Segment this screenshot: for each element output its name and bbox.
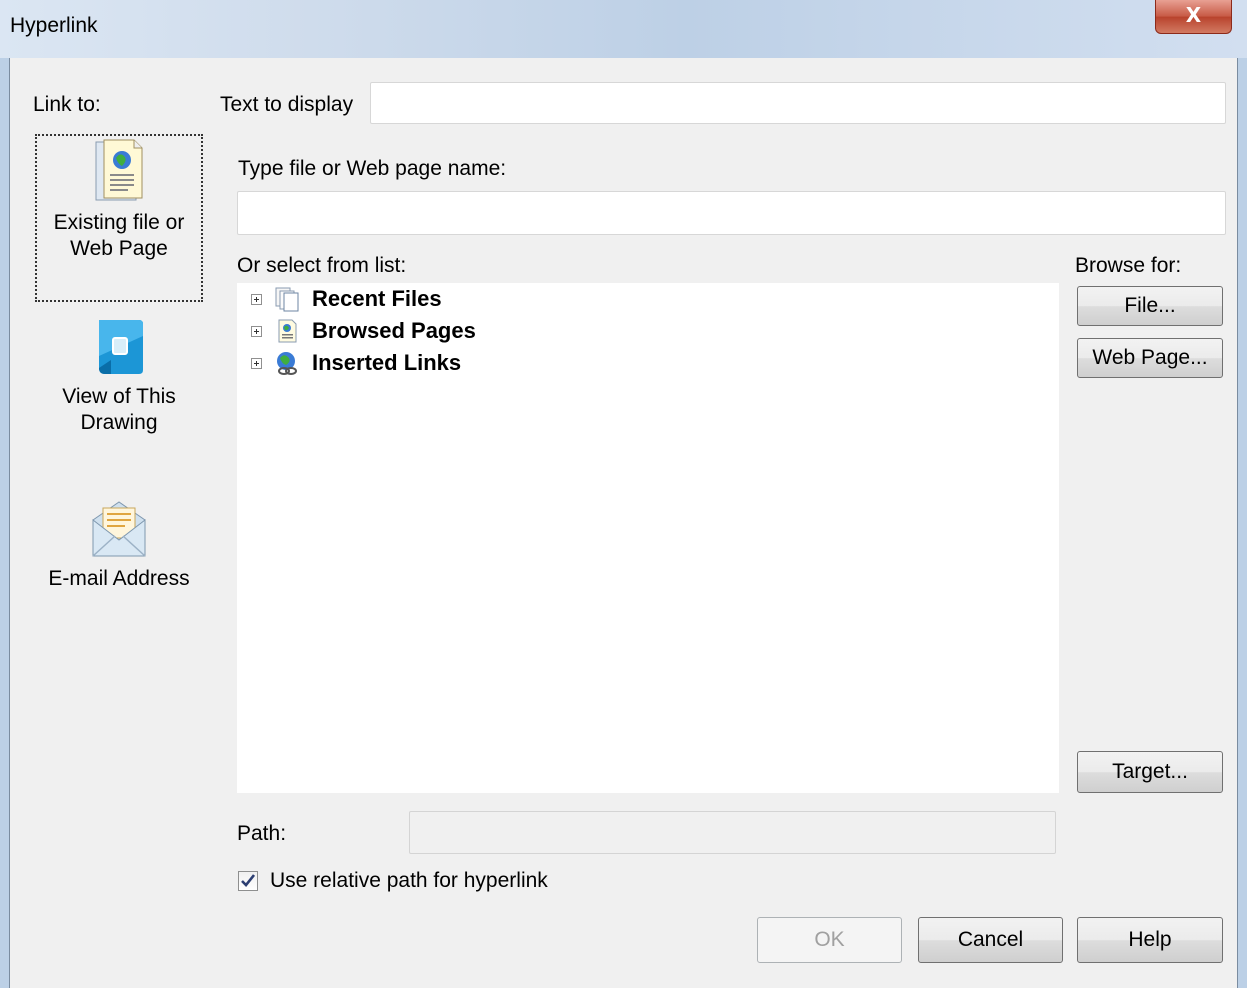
link-option-label: Drawing [80,411,158,434]
link-tree-list[interactable]: Recent Files Browsed Pages Inserted Link… [237,283,1059,793]
inserted-links-icon [277,352,297,375]
link-option-label: View of This [62,385,176,408]
path-label: Path: [237,822,287,845]
link-option-label: Web Page [70,237,168,260]
tree-item-inserted-links[interactable]: Inserted Links [251,348,461,378]
select-list-label: Or select from list: [237,254,407,277]
expand-icon[interactable] [251,293,262,305]
web-page-document-icon [95,139,143,201]
link-option-existing-file[interactable]: Existing file or Web Page [35,134,203,302]
relative-path-label[interactable]: Use relative path for hyperlink [270,869,548,893]
tree-item-recent-files[interactable]: Recent Files [251,284,442,314]
browse-file-button[interactable]: File... [1077,286,1223,326]
help-button[interactable]: Help [1077,917,1223,963]
title-bar: Hyperlink X [0,0,1247,58]
expand-icon[interactable] [251,325,262,337]
path-field [409,811,1056,854]
link-option-label: Existing file or [53,211,185,234]
email-envelope-icon [92,501,146,557]
tree-item-label: Browsed Pages [312,318,476,343]
text-to-display-label: Text to display [220,93,354,116]
browse-for-label: Browse for: [1075,254,1182,277]
target-button[interactable]: Target... [1077,751,1223,793]
link-to-label: Link to: [33,93,101,116]
file-name-input[interactable] [237,191,1226,235]
drawing-view-icon [99,320,143,374]
file-name-label: Type file or Web page name: [238,157,507,180]
link-option-view-of-drawing[interactable]: View of This Drawing [35,314,203,444]
checkmark-icon [241,874,256,887]
window-frame-left [0,58,9,988]
tree-item-browsed-pages[interactable]: Browsed Pages [251,316,476,346]
link-option-label: E-mail Address [48,567,190,590]
cancel-button[interactable]: Cancel [918,917,1063,963]
text-to-display-input[interactable] [370,82,1226,124]
window-frame-right [1238,58,1247,988]
recent-files-icon [275,287,299,312]
expand-icon[interactable] [251,357,262,369]
browse-web-page-button[interactable]: Web Page... [1077,338,1223,378]
tree-item-label: Inserted Links [312,350,462,375]
close-button[interactable]: X [1155,0,1232,34]
relative-path-checkbox[interactable] [238,871,258,891]
link-option-email-address[interactable]: E-mail Address [35,494,203,596]
close-icon: X [1185,3,1202,27]
window-title: Hyperlink [10,14,98,37]
tree-item-label: Recent Files [312,286,442,311]
browsed-pages-icon [278,319,297,343]
ok-button[interactable]: OK [757,917,902,963]
